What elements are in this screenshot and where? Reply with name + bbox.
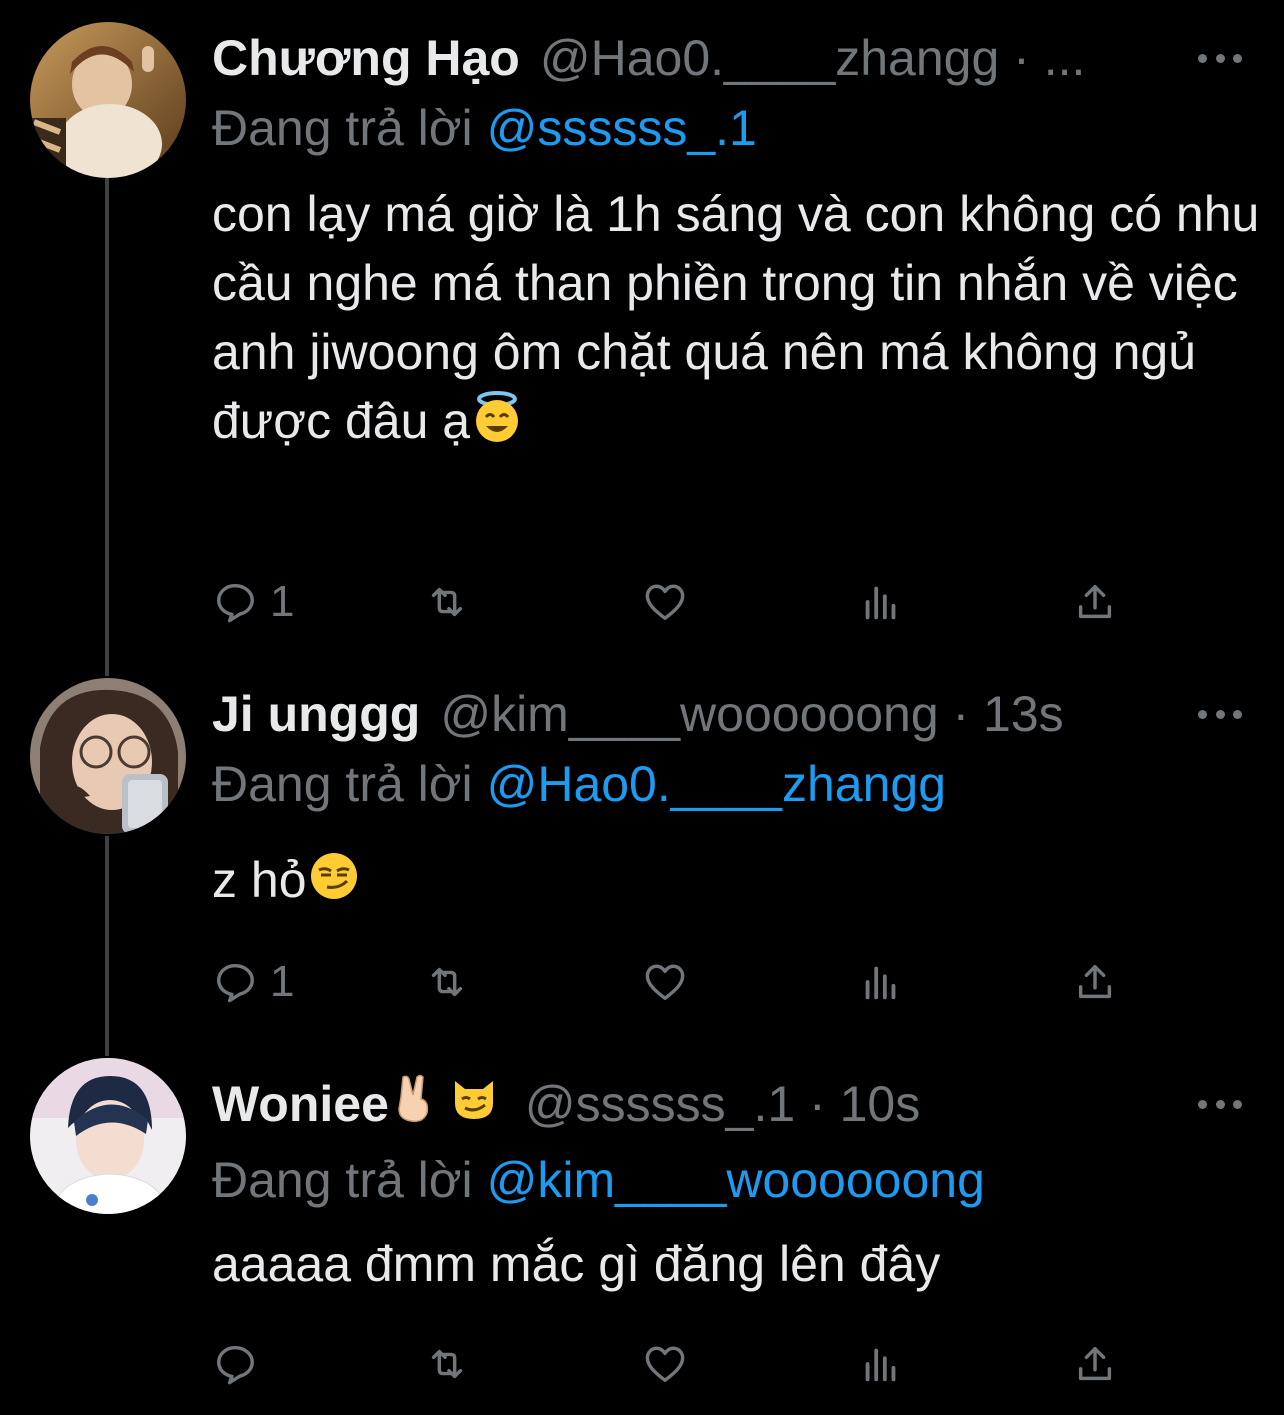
more-icon[interactable] <box>1198 1084 1242 1124</box>
share-button[interactable] <box>1072 572 1118 632</box>
tweet-actions: 1 <box>212 572 1132 632</box>
display-name[interactable]: Chương Hạo <box>212 28 520 88</box>
like-button[interactable] <box>642 572 688 632</box>
retweet-icon <box>431 967 463 997</box>
reply-button[interactable]: 1 <box>212 572 294 632</box>
share-icon <box>1078 1346 1112 1381</box>
avatar[interactable] <box>30 678 186 834</box>
tweet[interactable]: Woniee @ssssss_.1 · 10s Đang trả lời @ki… <box>0 1050 1284 1415</box>
share-button[interactable] <box>1072 952 1118 1012</box>
handle-time[interactable]: @Hao0.____zhangg · ... <box>540 28 1086 88</box>
reply-prefix: Đang trả lời <box>212 1152 473 1208</box>
share-icon <box>1078 964 1112 999</box>
reply-mention[interactable]: @Hao0.____zhangg <box>487 756 946 812</box>
reply-prefix: Đang trả lời <box>212 100 473 156</box>
tweet-text-content: aaaaa đmm mắc gì đăng lên đây <box>212 1236 941 1292</box>
views-button[interactable] <box>858 1334 904 1394</box>
replying-to: Đang trả lời @kim____woooooong <box>212 1150 985 1210</box>
reply-button[interactable] <box>212 1334 270 1394</box>
display-name[interactable]: Woniee <box>212 1074 389 1134</box>
smirking-face-emoji-icon <box>307 849 361 921</box>
reply-icon <box>216 583 254 623</box>
like-button[interactable] <box>642 952 688 1012</box>
reply-button[interactable]: 1 <box>212 952 294 1012</box>
smiling-halo-emoji-icon <box>470 390 524 462</box>
like-button[interactable] <box>642 1334 688 1394</box>
views-button[interactable] <box>858 952 904 1012</box>
views-button[interactable] <box>858 572 904 632</box>
share-icon <box>1078 584 1112 619</box>
avatar[interactable] <box>30 22 186 178</box>
views-icon <box>865 586 896 620</box>
like-icon <box>645 1346 685 1383</box>
smirking-cat-emoji-icon <box>449 1073 499 1136</box>
tweet-text: con lạy má giờ là 1h sáng và con không c… <box>212 180 1262 462</box>
replying-to: Đang trả lời @Hao0.____zhangg <box>212 754 946 814</box>
more-icon[interactable] <box>1198 38 1242 78</box>
tweet-text: z hỏ <box>212 846 1262 921</box>
retweet-button[interactable] <box>424 1334 470 1394</box>
more-icon[interactable] <box>1198 694 1242 734</box>
retweet-icon <box>431 587 463 617</box>
like-icon <box>645 964 685 1001</box>
views-icon <box>865 966 896 1000</box>
retweet-button[interactable] <box>424 952 470 1012</box>
reply-icon <box>216 1345 254 1385</box>
reply-prefix: Đang trả lời <box>212 756 473 812</box>
tweet-text: aaaaa đmm mắc gì đăng lên đây <box>212 1230 1262 1299</box>
tweet-actions: 1 <box>212 952 1132 1012</box>
display-name[interactable]: Ji unggg <box>212 684 420 744</box>
reply-count: 1 <box>270 577 295 626</box>
tweet-actions <box>212 1334 1132 1394</box>
tweet[interactable]: Chương Hạo @Hao0.____zhangg · ... Đang t… <box>0 0 1284 660</box>
views-icon <box>865 1348 896 1382</box>
tweet[interactable]: Ji unggg @kim____woooooong · 13s Đang tr… <box>0 660 1284 1050</box>
reply-mention[interactable]: @ssssss_.1 <box>487 100 757 156</box>
like-icon <box>645 584 685 621</box>
victory-hand-emoji-icon <box>391 1073 437 1136</box>
reply-count: 1 <box>270 957 295 1006</box>
tweet-text-content: con lạy má giờ là 1h sáng và con không c… <box>212 186 1274 449</box>
avatar[interactable] <box>30 1058 186 1214</box>
replying-to: Đang trả lời @ssssss_.1 <box>212 98 757 158</box>
retweet-icon <box>431 1349 463 1379</box>
reply-mention[interactable]: @kim____woooooong <box>487 1152 985 1208</box>
reply-icon <box>216 963 254 1003</box>
handle-time[interactable]: @kim____woooooong · 13s <box>440 684 1063 744</box>
tweet-text-content: z hỏ <box>212 852 307 908</box>
retweet-button[interactable] <box>424 572 470 632</box>
share-button[interactable] <box>1072 1334 1118 1394</box>
handle-time[interactable]: @ssssss_.1 · 10s <box>525 1074 920 1134</box>
